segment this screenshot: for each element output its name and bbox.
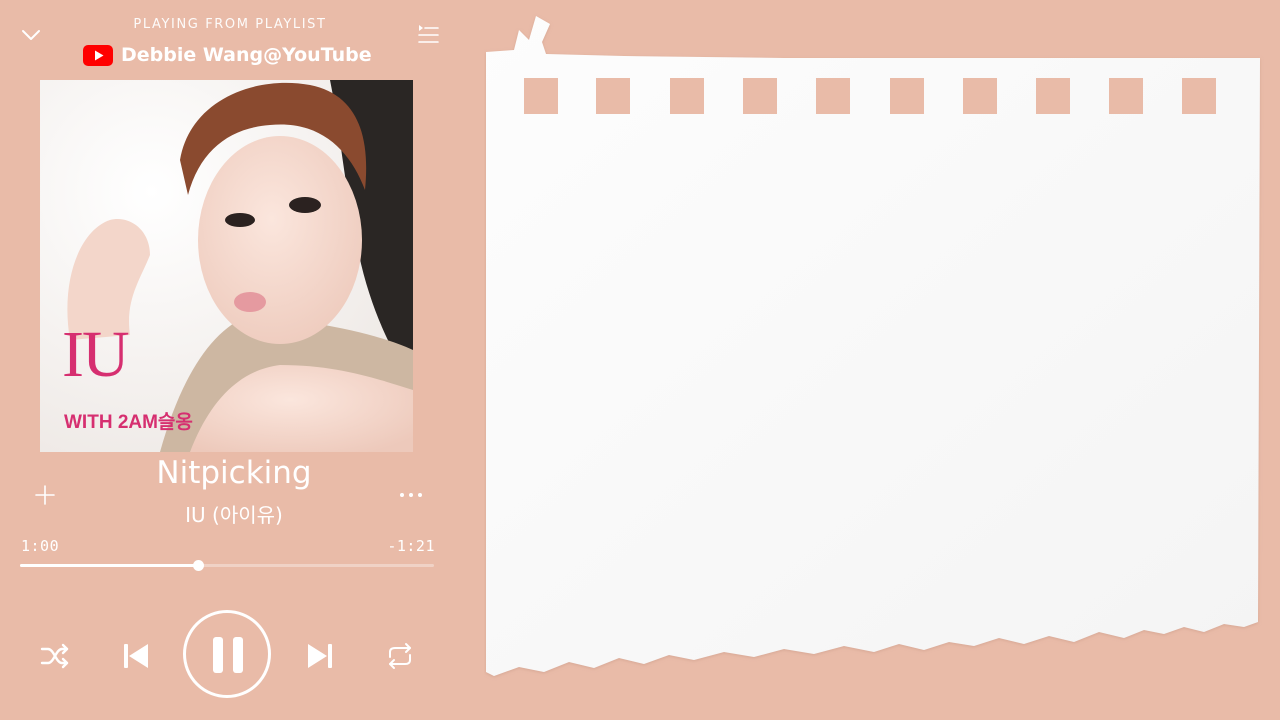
channel-link[interactable]: Debbie Wang@YouTube: [83, 42, 372, 68]
progress-handle[interactable]: [193, 560, 205, 571]
torn-notebook-paper: [484, 12, 1264, 712]
chevron-down-icon[interactable]: [20, 24, 42, 46]
play-pause-button[interactable]: [183, 610, 271, 698]
youtube-logo-icon: [83, 44, 113, 66]
shuffle-icon[interactable]: [40, 642, 70, 670]
plus-icon[interactable]: [34, 484, 56, 506]
progress-fill: [20, 564, 199, 567]
remaining-time: -1:21: [387, 537, 435, 555]
channel-name: Debbie Wang@YouTube: [121, 44, 372, 66]
album-subtitle: WITH 2AM슬옹: [64, 412, 193, 433]
pause-icon: [210, 635, 246, 675]
album-art: [40, 80, 413, 452]
track-title: Nitpicking: [156, 455, 312, 491]
skip-next-icon[interactable]: [304, 641, 336, 671]
skip-previous-icon[interactable]: [120, 641, 152, 671]
track-artist[interactable]: IU (아이유): [60, 499, 408, 528]
album-logo: IU: [62, 318, 130, 391]
elapsed-time: 1:00: [21, 537, 60, 555]
playing-from-label: PLAYING FROM PLAYLIST: [133, 17, 327, 32]
queue-list-icon[interactable]: [416, 22, 440, 46]
repeat-icon[interactable]: [385, 641, 415, 671]
more-horizontal-icon[interactable]: [398, 486, 424, 504]
